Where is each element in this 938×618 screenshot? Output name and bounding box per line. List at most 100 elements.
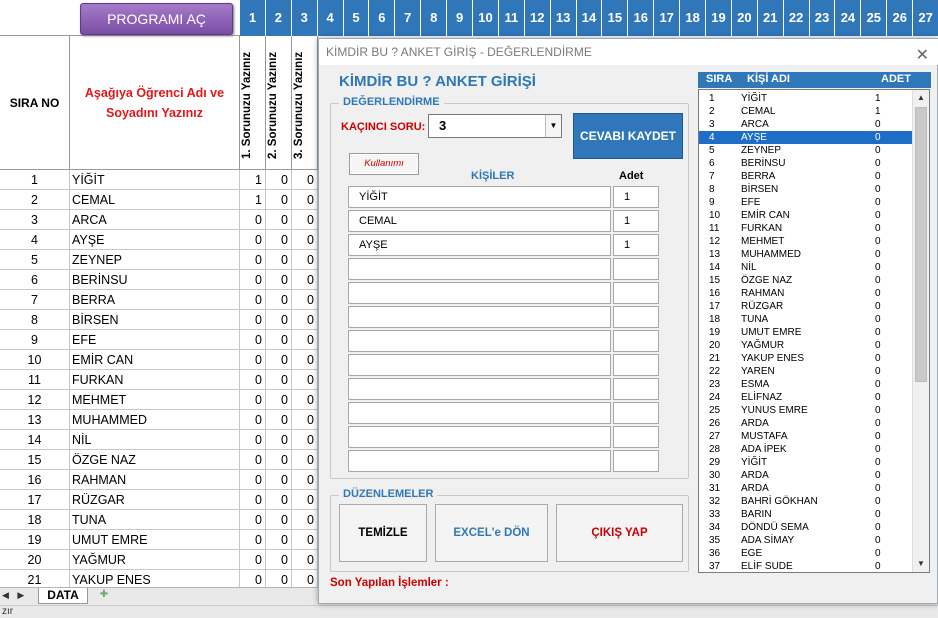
answer-cell[interactable]: 0: [292, 410, 318, 430]
column-number-12[interactable]: 12: [524, 0, 551, 36]
list-item[interactable]: 19 UMUT EMRE 0: [699, 326, 913, 339]
answer-cell[interactable]: 0: [240, 430, 266, 450]
answer-cell[interactable]: 0: [266, 430, 292, 450]
answer-cell[interactable]: 0: [292, 430, 318, 450]
header-question-2[interactable]: 2. Sorunuzu Yazınız: [266, 36, 292, 170]
answer-cell[interactable]: 0: [266, 290, 292, 310]
column-number-4[interactable]: 4: [317, 0, 344, 36]
answer-cell[interactable]: 0: [266, 550, 292, 570]
list-item[interactable]: 2 CEMAL 1: [699, 105, 913, 118]
list-item[interactable]: 5 ZEYNEP 0: [699, 144, 913, 157]
student-name-cell[interactable]: RAHMAN: [70, 470, 240, 490]
list-item[interactable]: 21 YAKUP ENES 0: [699, 352, 913, 365]
list-item[interactable]: 13 MUHAMMED 0: [699, 248, 913, 261]
answer-cell[interactable]: 0: [266, 510, 292, 530]
answer-cell[interactable]: 0: [240, 230, 266, 250]
list-item[interactable]: 4 AYŞE 0: [699, 131, 913, 144]
answer-cell[interactable]: 0: [292, 190, 318, 210]
row-number-cell[interactable]: 14: [0, 430, 70, 450]
row-number-cell[interactable]: 9: [0, 330, 70, 350]
list-item[interactable]: 7 BERRA 0: [699, 170, 913, 183]
student-name-cell[interactable]: NİL: [70, 430, 240, 450]
count-entry-field[interactable]: [613, 258, 659, 280]
answer-cell[interactable]: 0: [240, 570, 266, 588]
column-number-18[interactable]: 18: [680, 0, 707, 36]
column-number-13[interactable]: 13: [550, 0, 577, 36]
row-number-cell[interactable]: 2: [0, 190, 70, 210]
answer-cell[interactable]: 0: [240, 210, 266, 230]
answer-cell[interactable]: 0: [292, 350, 318, 370]
list-item[interactable]: 15 ÖZGE NAZ 0: [699, 274, 913, 287]
row-number-cell[interactable]: 20: [0, 550, 70, 570]
row-number-cell[interactable]: 18: [0, 510, 70, 530]
list-item[interactable]: 16 RAHMAN 0: [699, 287, 913, 300]
student-name-cell[interactable]: BERRA: [70, 290, 240, 310]
student-name-cell[interactable]: ARCA: [70, 210, 240, 230]
list-item[interactable]: 36 EGE 0: [699, 547, 913, 560]
answer-cell[interactable]: 0: [240, 510, 266, 530]
count-entry-field[interactable]: [613, 402, 659, 424]
scrollbar-thumb[interactable]: [915, 107, 927, 382]
count-entry-field[interactable]: [613, 282, 659, 304]
count-entry-field[interactable]: 1: [613, 210, 659, 232]
column-number-10[interactable]: 10: [473, 0, 499, 36]
count-entry-field[interactable]: [613, 426, 659, 448]
row-number-cell[interactable]: 17: [0, 490, 70, 510]
list-item[interactable]: 37 ELİF SUDE 0: [699, 560, 913, 572]
list-item[interactable]: 34 DÖNDÜ SEMA 0: [699, 521, 913, 534]
column-number-25[interactable]: 25: [861, 0, 888, 36]
row-number-cell[interactable]: 15: [0, 450, 70, 470]
clear-button[interactable]: TEMİZLE: [339, 504, 427, 562]
answer-cell[interactable]: 0: [240, 410, 266, 430]
count-entry-field[interactable]: 1: [613, 234, 659, 256]
student-name-cell[interactable]: BERİNSU: [70, 270, 240, 290]
column-number-27[interactable]: 27: [913, 0, 938, 36]
student-name-cell[interactable]: FURKAN: [70, 370, 240, 390]
answer-cell[interactable]: 0: [266, 410, 292, 430]
list-item[interactable]: 30 ARDA 0: [699, 469, 913, 482]
student-name-cell[interactable]: UMUT EMRE: [70, 530, 240, 550]
answer-cell[interactable]: 0: [240, 250, 266, 270]
student-name-cell[interactable]: RÜZGAR: [70, 490, 240, 510]
answer-cell[interactable]: 0: [292, 290, 318, 310]
student-name-cell[interactable]: ÖZGE NAZ: [70, 450, 240, 470]
count-entry-field[interactable]: 1: [613, 186, 659, 208]
answer-cell[interactable]: 0: [266, 190, 292, 210]
row-number-cell[interactable]: 10: [0, 350, 70, 370]
close-icon[interactable]: ✕: [916, 43, 929, 69]
student-name-cell[interactable]: MEHMET: [70, 390, 240, 410]
answer-cell[interactable]: 0: [240, 490, 266, 510]
list-item[interactable]: 25 YUNUS EMRE 0: [699, 404, 913, 417]
answer-cell[interactable]: 0: [266, 490, 292, 510]
answer-cell[interactable]: 0: [240, 450, 266, 470]
answer-cell[interactable]: 0: [266, 530, 292, 550]
answer-cell[interactable]: 0: [266, 470, 292, 490]
person-entry-field[interactable]: YİĞİT: [348, 186, 611, 208]
row-number-cell[interactable]: 13: [0, 410, 70, 430]
answer-cell[interactable]: 0: [266, 350, 292, 370]
column-number-8[interactable]: 8: [421, 0, 448, 36]
answer-cell[interactable]: 1: [240, 170, 266, 190]
answer-cell[interactable]: 0: [266, 330, 292, 350]
answer-cell[interactable]: 0: [240, 470, 266, 490]
save-answer-button[interactable]: CEVABI KAYDET: [573, 113, 683, 159]
answer-cell[interactable]: 0: [240, 310, 266, 330]
list-item[interactable]: 31 ARDA 0: [699, 482, 913, 495]
exit-button[interactable]: ÇIKIŞ YAP: [556, 504, 683, 562]
list-item[interactable]: 14 NİL 0: [699, 261, 913, 274]
list-item[interactable]: 26 ARDA 0: [699, 417, 913, 430]
list-item[interactable]: 35 ADA SİMAY 0: [699, 534, 913, 547]
column-number-9[interactable]: 9: [447, 0, 474, 36]
list-item[interactable]: 32 BAHRİ GÖKHAN 0: [699, 495, 913, 508]
student-name-cell[interactable]: ZEYNEP: [70, 250, 240, 270]
answer-cell[interactable]: 0: [240, 530, 266, 550]
person-entry-field[interactable]: AYŞE: [348, 234, 611, 256]
student-name-cell[interactable]: EMİR CAN: [70, 350, 240, 370]
answer-cell[interactable]: 0: [266, 390, 292, 410]
answer-cell[interactable]: 0: [240, 270, 266, 290]
list-item[interactable]: 29 YİĞİT 0: [699, 456, 913, 469]
header-question-3[interactable]: 3. Sorunuzu Yazınız: [292, 36, 318, 170]
student-name-cell[interactable]: AYŞE: [70, 230, 240, 250]
answer-cell[interactable]: 0: [266, 210, 292, 230]
answer-cell[interactable]: 0: [266, 370, 292, 390]
